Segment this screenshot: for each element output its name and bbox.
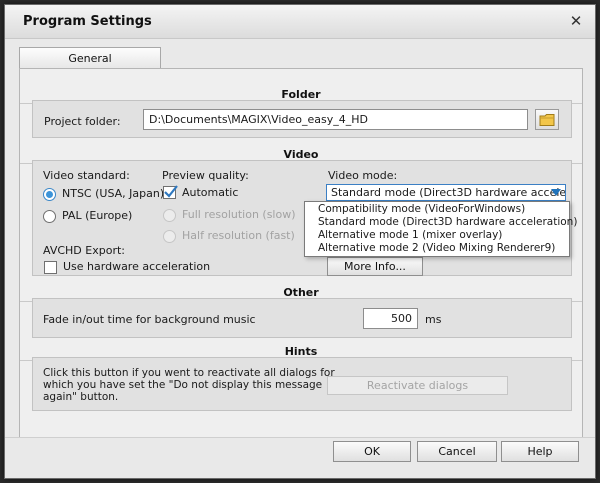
automatic-label: Automatic	[182, 186, 239, 199]
fade-time-unit: ms	[425, 313, 442, 326]
hints-text-line2: which you have set the "Do not display t…	[43, 379, 323, 391]
checkmark-icon	[164, 185, 178, 198]
hardware-acceleration-label: Use hardware acceleration	[63, 260, 211, 273]
folder-section: Project folder: D:\Documents\MAGIX\Video…	[32, 100, 572, 138]
checkbox-hardware-acceleration[interactable]	[44, 261, 57, 274]
general-tab-panel: Folder Project folder: D:\Documents\MAGI…	[19, 68, 583, 438]
close-icon[interactable]: ✕	[567, 12, 585, 30]
footer-divider	[5, 437, 595, 438]
browse-folder-button[interactable]	[535, 109, 559, 130]
video-mode-label: Video mode:	[328, 169, 398, 182]
ntsc-label: NTSC (USA, Japan)	[62, 187, 165, 200]
project-folder-label: Project folder:	[44, 115, 121, 128]
cancel-button[interactable]: Cancel	[417, 441, 497, 462]
avchd-export-label: AVCHD Export:	[43, 244, 125, 257]
video-mode-select[interactable]: Standard mode (Direct3D hardware acceler…	[326, 184, 566, 201]
video-mode-selected: Standard mode (Direct3D hardware acceler…	[331, 186, 566, 199]
radio-ntsc[interactable]	[43, 188, 56, 201]
radio-full-resolution[interactable]	[163, 209, 176, 222]
tab-general[interactable]: General	[19, 47, 161, 69]
preview-quality-label: Preview quality:	[162, 169, 249, 182]
other-section: Fade in/out time for background music 50…	[32, 298, 572, 338]
dialog-title: Program Settings	[23, 14, 152, 29]
project-folder-field[interactable]: D:\Documents\MAGIX\Video_easy_4_HD	[143, 109, 528, 130]
pal-label: PAL (Europe)	[62, 209, 133, 222]
reactivate-dialogs-button[interactable]: Reactivate dialogs	[327, 376, 508, 395]
title-bar: Program Settings ✕	[5, 5, 595, 39]
half-resolution-label: Half resolution (fast)	[182, 229, 295, 242]
fade-time-input[interactable]: 500	[363, 308, 418, 329]
hints-text-line1: Click this button if you went to reactiv…	[43, 367, 335, 379]
ok-button[interactable]: OK	[333, 441, 411, 462]
checkbox-automatic[interactable]	[163, 185, 178, 199]
hints-section: Click this button if you went to reactiv…	[32, 357, 572, 411]
chevron-down-icon	[551, 189, 561, 196]
video-mode-option[interactable]: Standard mode (Direct3D hardware acceler…	[305, 216, 577, 229]
video-mode-dropdown: Compatibility mode (VideoForWindows) Sta…	[304, 201, 577, 257]
fade-time-label: Fade in/out time for background music	[43, 313, 256, 326]
video-standard-label: Video standard:	[43, 169, 130, 182]
radio-pal[interactable]	[43, 210, 56, 223]
video-mode-option[interactable]: Alternative mode 2 (Video Mixing Rendere…	[305, 242, 569, 255]
radio-half-resolution[interactable]	[163, 230, 176, 243]
help-button[interactable]: Help	[501, 441, 579, 462]
more-info-button[interactable]: More Info...	[327, 257, 423, 276]
video-mode-option[interactable]: Compatibility mode (VideoForWindows)	[305, 203, 569, 216]
folder-icon	[539, 114, 555, 126]
full-resolution-label: Full resolution (slow)	[182, 208, 296, 221]
video-mode-option[interactable]: Alternative mode 1 (mixer overlay)	[305, 229, 569, 242]
hints-text-line3: again" button.	[43, 391, 119, 403]
program-settings-dialog: Program Settings ✕ General Folder Projec…	[4, 4, 596, 479]
